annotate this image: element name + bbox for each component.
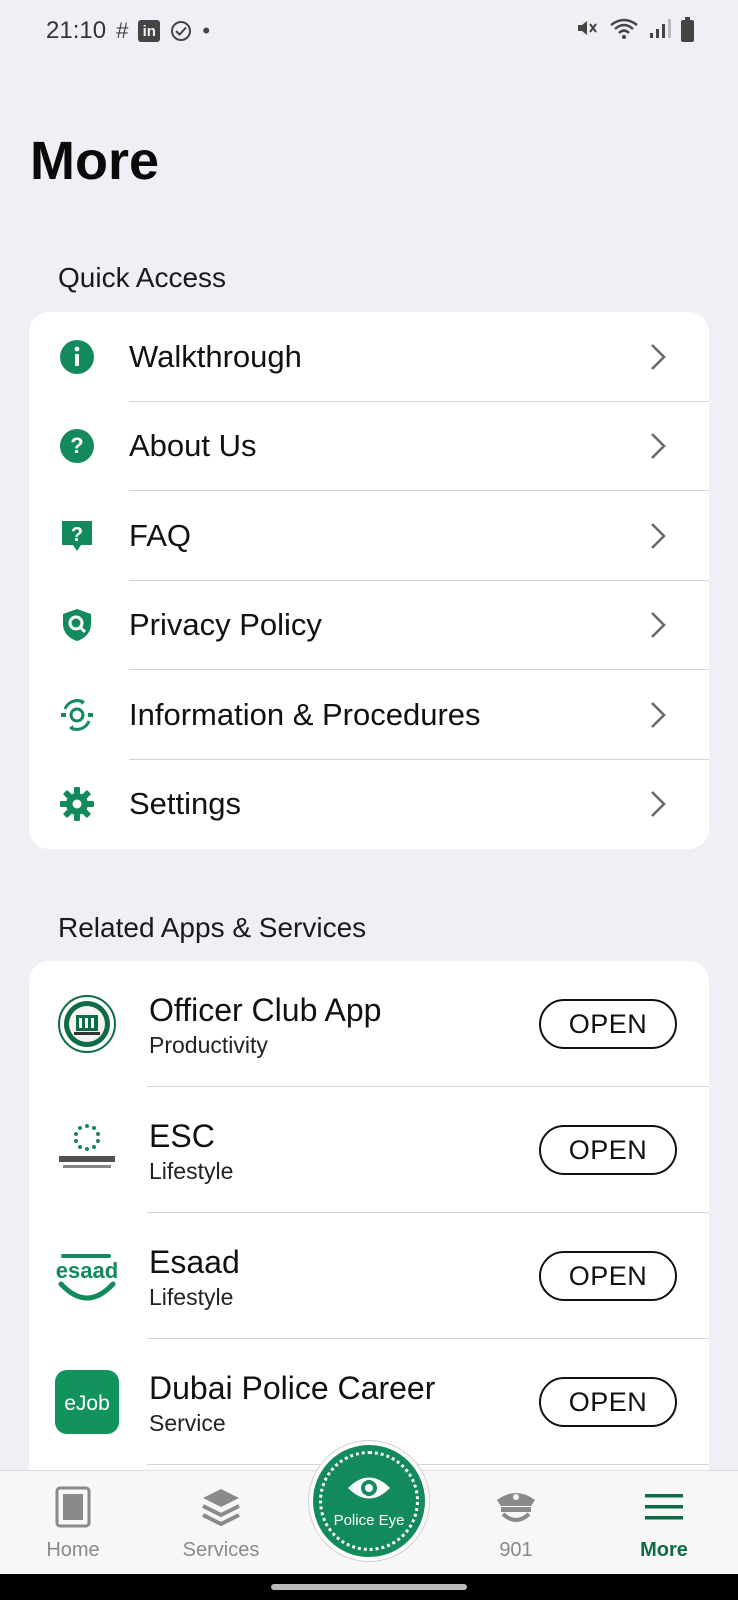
check-circle-icon [170,20,192,42]
menu-item-label: Settings [129,786,242,822]
related-apps-label: Related Apps & Services [58,912,367,943]
officer-club-logo [55,992,119,1056]
menu-item-label: FAQ [129,517,192,553]
mute-icon [575,16,599,46]
app-name: Dubai Police Career [149,1369,436,1406]
status-time: 21:10 [46,17,107,44]
chevron-right-icon [647,431,669,461]
esc-logo [55,1118,119,1182]
related-apps-card: Officer Club App Productivity OPEN ESC L… [29,961,709,1481]
info-icon [59,339,95,375]
app-text: Officer Club App Productivity [149,990,539,1059]
linkedin-icon: in [138,20,161,42]
nav-label: Services [182,1539,260,1561]
nav-label: 901 [499,1539,533,1561]
menu-item-information-procedures[interactable]: Information & Procedures [29,670,709,760]
page-title: More [30,131,160,191]
fab-label: Police Eye [333,1512,405,1529]
home-icon [55,1485,91,1529]
app-text: Esaad Lifestyle [149,1242,539,1311]
svg-text:?: ? [71,524,83,546]
chevron-right-icon [647,521,669,551]
menu-item-label: Privacy Policy [129,607,322,643]
open-button[interactable]: OPEN [539,1377,677,1427]
nav-label: Home [46,1539,100,1561]
app-category: Lifestyle [149,1157,234,1184]
svg-text:?: ? [70,433,83,458]
app-text: Dubai Police Career Service [149,1368,539,1437]
chevron-right-icon [647,789,669,819]
open-button[interactable]: OPEN [539,1251,677,1301]
menu-item-label: About Us [129,428,257,464]
nav-home[interactable]: Home [13,1471,133,1575]
svg-text:esaad: esaad [56,1258,118,1283]
divider [147,1464,709,1465]
ejob-logo: eJob [55,1370,119,1434]
menu-item-walkthrough[interactable]: Walkthrough [29,312,709,402]
app-item-esc: ESC Lifestyle OPEN [29,1087,709,1213]
battery-icon [681,17,694,42]
menu-item-label: Walkthrough [129,338,302,374]
nav-label: More [640,1539,688,1561]
menu-item-settings[interactable]: Settings [29,760,709,850]
menu-item-about-us[interactable]: ? About Us [29,402,709,491]
quick-access-label: Quick Access [58,262,227,293]
app-item-esaad: esaad Esaad Lifestyle OPEN [29,1213,709,1339]
app-item-officer-club: Officer Club App Productivity OPEN [29,961,709,1087]
app-name: ESC [149,1117,215,1154]
status-right [575,16,694,46]
dot-icon: • [202,18,211,43]
app-name: Officer Club App [149,991,382,1028]
signal-icon [649,17,671,45]
menu-item-label: Information & Procedures [129,696,481,732]
chevron-right-icon [647,342,669,372]
quick-access-card: Walkthrough ? About Us ? FAQ Privacy Pol… [29,312,709,849]
wifi-icon [609,16,639,46]
svg-text:eJob: eJob [64,1392,110,1415]
hash-icon: # [116,18,129,43]
shield-search-icon [59,607,95,643]
procedures-icon [59,697,95,733]
menu-item-privacy-policy[interactable]: Privacy Policy [29,581,709,670]
home-gesture-pill[interactable] [271,1584,467,1590]
app-category: Service [149,1409,226,1436]
app-category: Lifestyle [149,1283,234,1310]
chevron-right-icon [647,610,669,640]
nav-901[interactable]: 901 [456,1471,576,1575]
system-nav-bar [0,1574,738,1600]
app-text: ESC Lifestyle [149,1116,539,1185]
status-bar: 21:10 # in • [0,0,738,62]
layers-icon [200,1485,242,1529]
menu-item-faq[interactable]: ? FAQ [29,491,709,581]
open-button[interactable]: OPEN [539,1125,677,1175]
esaad-logo: esaad [55,1244,119,1308]
nav-services[interactable]: Services [161,1471,281,1575]
chevron-right-icon [647,700,669,730]
menu-icon [643,1485,685,1529]
nav-more[interactable]: More [604,1471,724,1575]
app-category: Productivity [149,1031,268,1058]
gear-icon [59,786,95,822]
faq-icon: ? [59,518,95,554]
officer-hat-icon [493,1485,539,1529]
question-circle-icon: ? [59,428,95,464]
status-left: 21:10 # in • [46,17,210,45]
app-name: Esaad [149,1243,240,1280]
eye-icon [346,1473,392,1508]
police-eye-button[interactable]: Police Eye [309,1441,429,1561]
open-button[interactable]: OPEN [539,999,677,1049]
